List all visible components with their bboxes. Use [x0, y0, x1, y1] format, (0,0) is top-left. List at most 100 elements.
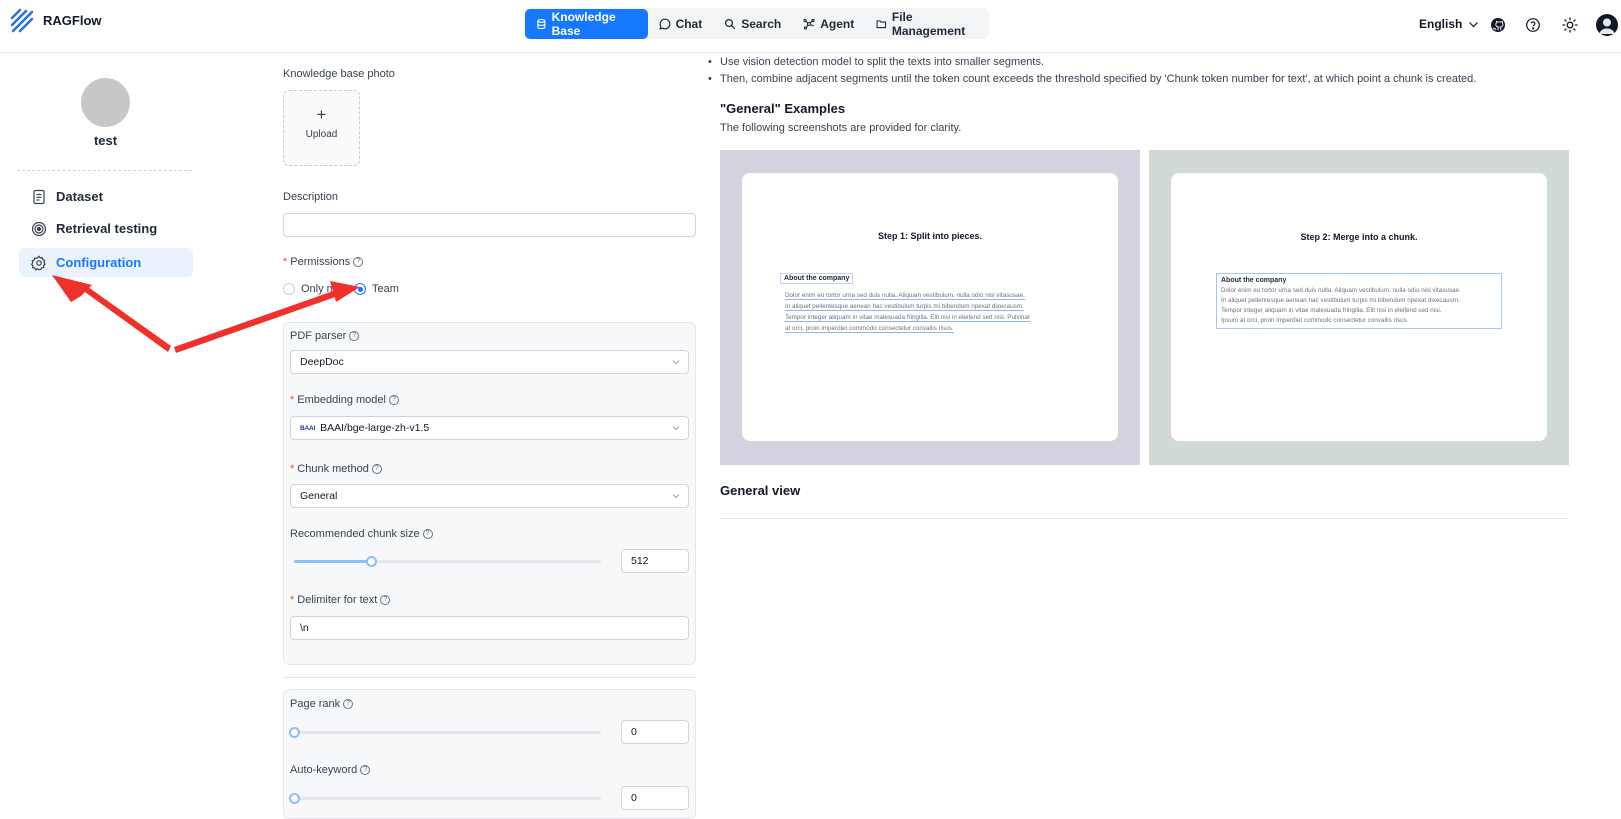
auto-keyword-label-row: Auto-keyword ? [290, 764, 371, 776]
sidebar-item-label: Configuration [56, 255, 142, 270]
chat-bubble-icon [658, 18, 670, 30]
user-avatar[interactable] [1596, 14, 1618, 36]
doc-line: Dolor enim eu tortor urna sed duis nulla… [785, 292, 1025, 300]
slider-handle[interactable] [365, 556, 377, 567]
chevron-down-icon [672, 426, 680, 431]
general-view-title: General view [720, 483, 801, 498]
help-icon: ? [360, 765, 371, 775]
auto-keyword-slider[interactable] [289, 793, 601, 804]
document-icon [33, 189, 45, 204]
description-input[interactable] [283, 213, 696, 237]
description-label: Description [283, 191, 339, 203]
required-asterisk: * [290, 394, 295, 406]
help-icon: ? [422, 529, 433, 539]
delimiter-input[interactable]: \n [290, 616, 689, 640]
example-screenshot-step2: Step 2: Merge into a chunk. About the co… [1149, 150, 1569, 465]
nav-file-management[interactable]: File Management [865, 9, 989, 38]
doc-line: Dolor enim eu tortor urna sed duis nulla… [1221, 287, 1461, 294]
embedding-model-select[interactable]: BAAI BAAI/bge-large-zh-v1.5 [290, 416, 689, 440]
embedding-label: Embedding model [297, 394, 386, 406]
nav-agent[interactable]: Agent [792, 9, 865, 38]
doc-line: Ipsum at orci, proin imperdiet commodo c… [1221, 317, 1409, 324]
chunk-size-slider[interactable] [294, 556, 601, 567]
theme-sun-icon[interactable] [1562, 17, 1578, 33]
auto-keyword-input[interactable]: 0 [621, 786, 689, 810]
language-selector[interactable]: English [1419, 17, 1479, 31]
upload-photo-button[interactable]: + Upload [283, 90, 360, 166]
chunk-method-label-row: * Chunk method ? [290, 463, 382, 475]
help-icon: ? [371, 464, 382, 474]
help-icon: ? [353, 257, 364, 267]
page-rank-input[interactable]: 0 [621, 720, 689, 744]
select-value: DeepDoc [300, 356, 344, 368]
chunk-size-label-row: Recommended chunk size ? [290, 528, 433, 540]
sidebar-item-retrieval-testing[interactable]: Retrieval testing [19, 214, 193, 243]
app-name: RAGFlow [43, 13, 102, 28]
permissions-label: Permissions [290, 256, 351, 268]
required-asterisk: * [290, 594, 295, 606]
step-title: Step 2: Merge into a chunk. [1300, 232, 1418, 242]
pdf-parser-label: PDF parser [290, 330, 347, 342]
radio-team[interactable]: Team [354, 283, 399, 295]
chevron-down-icon [1469, 21, 1479, 27]
doc-line: Tempor integer aliquam in vitae malesuad… [785, 314, 1031, 322]
slider-handle[interactable] [289, 793, 300, 804]
radio-circle-selected [354, 283, 366, 295]
section-divider [720, 518, 1569, 519]
photo-label: Knowledge base photo [283, 68, 395, 80]
slider-handle[interactable] [289, 727, 300, 738]
required-asterisk: * [290, 463, 295, 475]
page-rank-label-row: Page rank ? [290, 698, 354, 710]
kb-avatar [81, 78, 130, 127]
radio-only-me[interactable]: Only me [283, 283, 342, 295]
chunk-method-select[interactable]: General [290, 484, 689, 508]
github-icon[interactable] [1490, 17, 1506, 33]
baai-logo-icon: BAAI [300, 424, 316, 432]
page-rank-label: Page rank [290, 698, 341, 710]
database-icon [537, 18, 546, 29]
screenshot-card: Step 1: Split into pieces. About the com… [742, 173, 1118, 441]
upload-label: Upload [305, 129, 338, 140]
screenshot-card: Step 2: Merge into a chunk. About the co… [1171, 173, 1547, 441]
permissions-label-row: * Permissions ? [283, 256, 364, 268]
chevron-down-icon [672, 360, 680, 365]
pdf-parser-select[interactable]: DeepDoc [290, 350, 689, 374]
required-asterisk: * [283, 256, 288, 268]
nav-label: File Management [891, 9, 966, 38]
radio-circle [283, 283, 295, 295]
folder-icon [876, 19, 887, 28]
top-header: RAGFlow Knowledge Base Chat Search Agent… [0, 0, 1621, 53]
nav-search[interactable]: Search [713, 9, 792, 38]
doc-heading: About the company [780, 273, 854, 284]
sidebar-item-configuration[interactable]: Configuration [19, 248, 193, 277]
search-icon [725, 18, 736, 29]
doc-line: Tempor integer aliquam in vitae malesuad… [1221, 307, 1442, 314]
plus-icon: + [316, 105, 327, 124]
sidebar-item-dataset[interactable]: Dataset [19, 182, 193, 211]
page-rank-slider[interactable] [289, 727, 601, 738]
help-icon: ? [380, 595, 391, 605]
radio-label: Team [372, 283, 399, 295]
doc-line: In aliquet pellentesque aenean hac vesti… [785, 303, 1024, 311]
chunk-size-input[interactable]: 512 [621, 549, 689, 573]
info-bullet: Then, combine adjacent segments until th… [708, 73, 1476, 85]
example-screenshot-step1: Step 1: Split into pieces. About the com… [720, 150, 1140, 465]
form-divider [283, 677, 696, 678]
kb-name: test [93, 133, 118, 148]
info-bullet: Use vision detection model to split the … [708, 56, 1044, 68]
gear-icon [31, 254, 46, 271]
nav-chat[interactable]: Chat [648, 9, 714, 38]
doc-heading: About the company [1221, 277, 1287, 284]
delimiter-label: Delimiter for text [297, 594, 378, 606]
nav-label: Search [741, 16, 782, 31]
nav-label: Agent [820, 16, 855, 31]
step-title: Step 1: Split into pieces. [877, 231, 983, 241]
nav-label: Chat [675, 16, 703, 31]
auto-keyword-label: Auto-keyword [290, 764, 358, 776]
help-icon[interactable] [1525, 17, 1541, 33]
nav-knowledge-base[interactable]: Knowledge Base [525, 8, 648, 39]
help-icon: ? [388, 395, 399, 405]
help-icon: ? [349, 331, 360, 341]
nav-label: Knowledge Base [551, 9, 616, 38]
chevron-down-icon [672, 494, 680, 499]
